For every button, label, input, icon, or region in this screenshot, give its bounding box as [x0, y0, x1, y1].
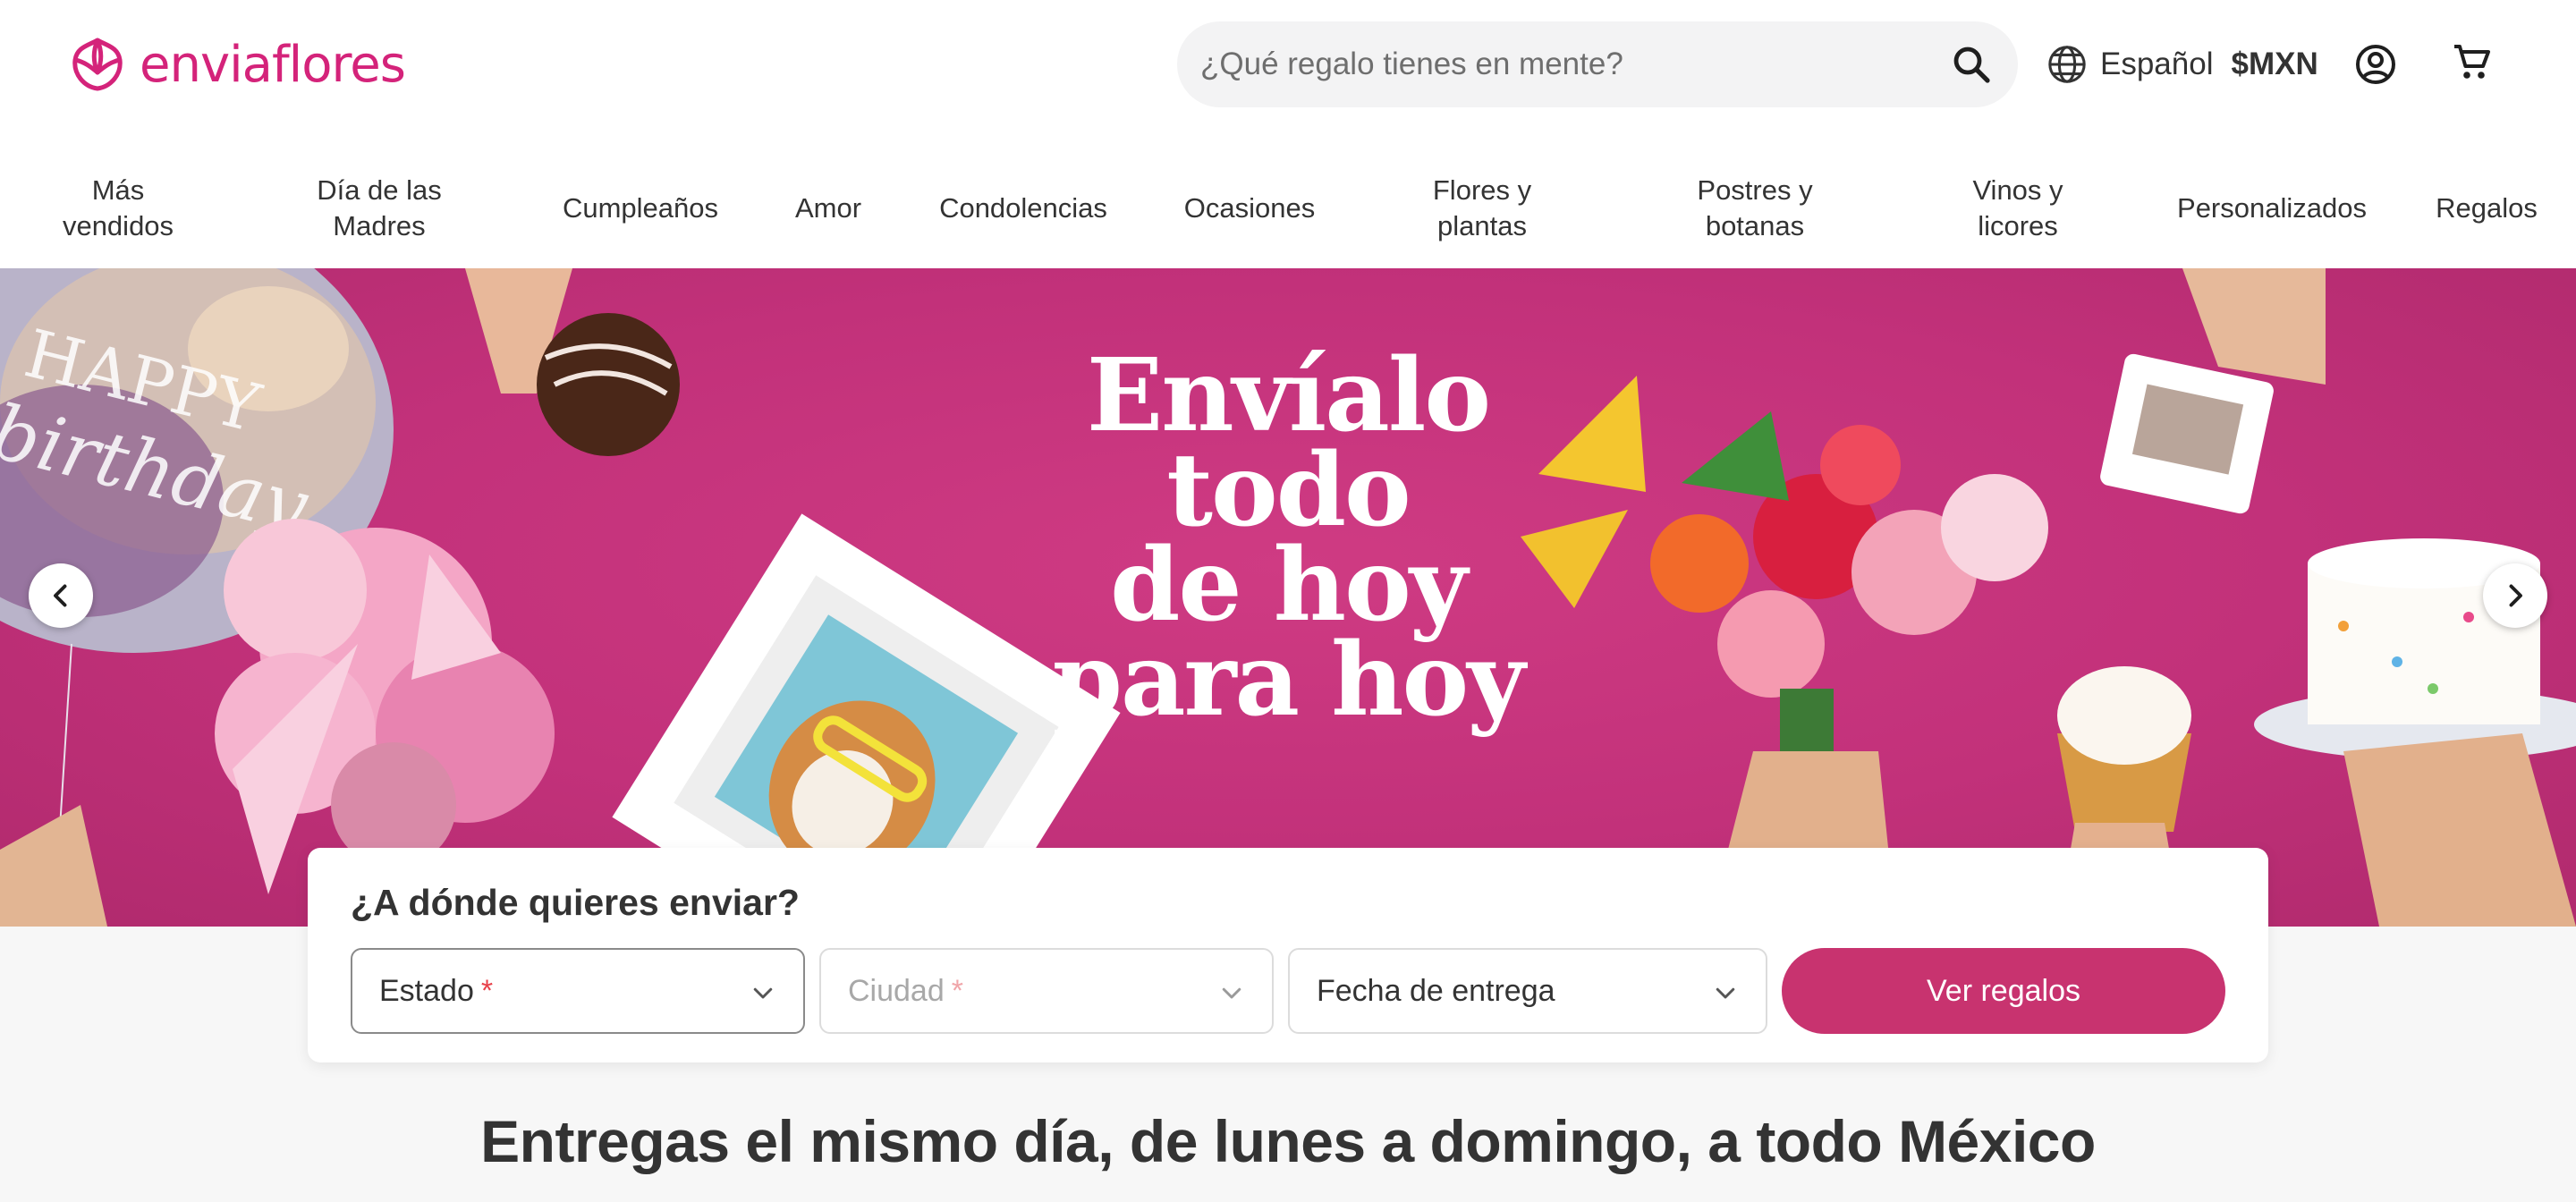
delivery-finder-card: ¿A dónde quieres enviar? Estado * Ciudad…	[308, 848, 2268, 1062]
nav-item-mas-vendidos[interactable]: Más vendidos	[36, 148, 200, 268]
required-mark: *	[480, 973, 494, 1008]
nav-item-ocasiones[interactable]: Ocasiones	[1172, 148, 1327, 268]
chevron-down-icon	[1716, 987, 1735, 999]
globe-icon	[2048, 46, 2086, 83]
search-input[interactable]	[1200, 21, 1916, 107]
chevron-left-icon	[54, 584, 67, 607]
flower-logo-icon	[72, 38, 123, 91]
nav-item-flores-y-plantas[interactable]: Flores y plantas	[1406, 148, 1558, 268]
delivery-tagline: Entregas el mismo día, de lunes a doming…	[480, 1108, 2096, 1174]
view-gifts-button[interactable]: Ver regalos	[1782, 948, 2225, 1034]
nav-item-regalos[interactable]: Regalos	[2426, 148, 2547, 268]
account-icon[interactable]	[2354, 43, 2397, 86]
cart-icon[interactable]	[2451, 41, 2494, 84]
site-header: enviaflores Español $MXN	[0, 0, 2576, 125]
brand-logo[interactable]: enviaflores	[68, 32, 406, 97]
chevron-down-icon	[1222, 987, 1241, 999]
brownie-hand-image	[465, 268, 680, 456]
mug-hand-image	[2100, 268, 2326, 514]
city-select[interactable]: Ciudad *	[819, 948, 1274, 1034]
currency-label: $MXN	[2231, 47, 2318, 81]
flower-bouquet-image	[1521, 376, 2048, 927]
language-label: Español	[2100, 47, 2214, 81]
category-nav: Más vendidos Día de las Madres Cumpleaño…	[0, 148, 2576, 268]
chevron-down-icon	[753, 987, 773, 999]
nav-item-vinos-y-licores[interactable]: Vinos y licores	[1946, 148, 2089, 268]
city-select-label: Ciudad	[848, 973, 945, 1008]
carousel-prev-button[interactable]	[29, 563, 93, 628]
search-icon[interactable]	[1950, 43, 1993, 86]
nav-item-amor[interactable]: Amor	[784, 148, 873, 268]
nav-item-postres-y-botanas[interactable]: Postres y botanas	[1671, 148, 1839, 268]
carousel-next-button[interactable]	[2483, 563, 2547, 628]
state-select[interactable]: Estado *	[351, 948, 805, 1034]
chevron-right-icon	[2509, 584, 2522, 607]
nav-item-dia-de-las-madres[interactable]: Día de las Madres	[290, 148, 469, 268]
nav-item-personalizados[interactable]: Personalizados	[2165, 148, 2379, 268]
delivery-date-label: Fecha de entrega	[1317, 973, 1555, 1008]
hero-banner[interactable]: HAPPY birthday Envíalo todo de hoy para …	[0, 268, 2576, 927]
hero-headline: Envíalo todo de hoy para hoy	[1052, 337, 1526, 739]
required-mark: *	[951, 973, 963, 1008]
nav-item-cumpleanos[interactable]: Cumpleaños	[549, 148, 732, 268]
finder-title: ¿A dónde quieres enviar?	[351, 882, 800, 923]
language-selector[interactable]: Español $MXN	[2046, 43, 2318, 86]
nav-item-condolencias[interactable]: Condolencias	[925, 148, 1122, 268]
brand-name: enviaflores	[140, 35, 406, 94]
delivery-date-select[interactable]: Fecha de entrega	[1288, 948, 1767, 1034]
state-select-label: Estado	[379, 973, 474, 1008]
search-bar	[1177, 21, 2018, 107]
